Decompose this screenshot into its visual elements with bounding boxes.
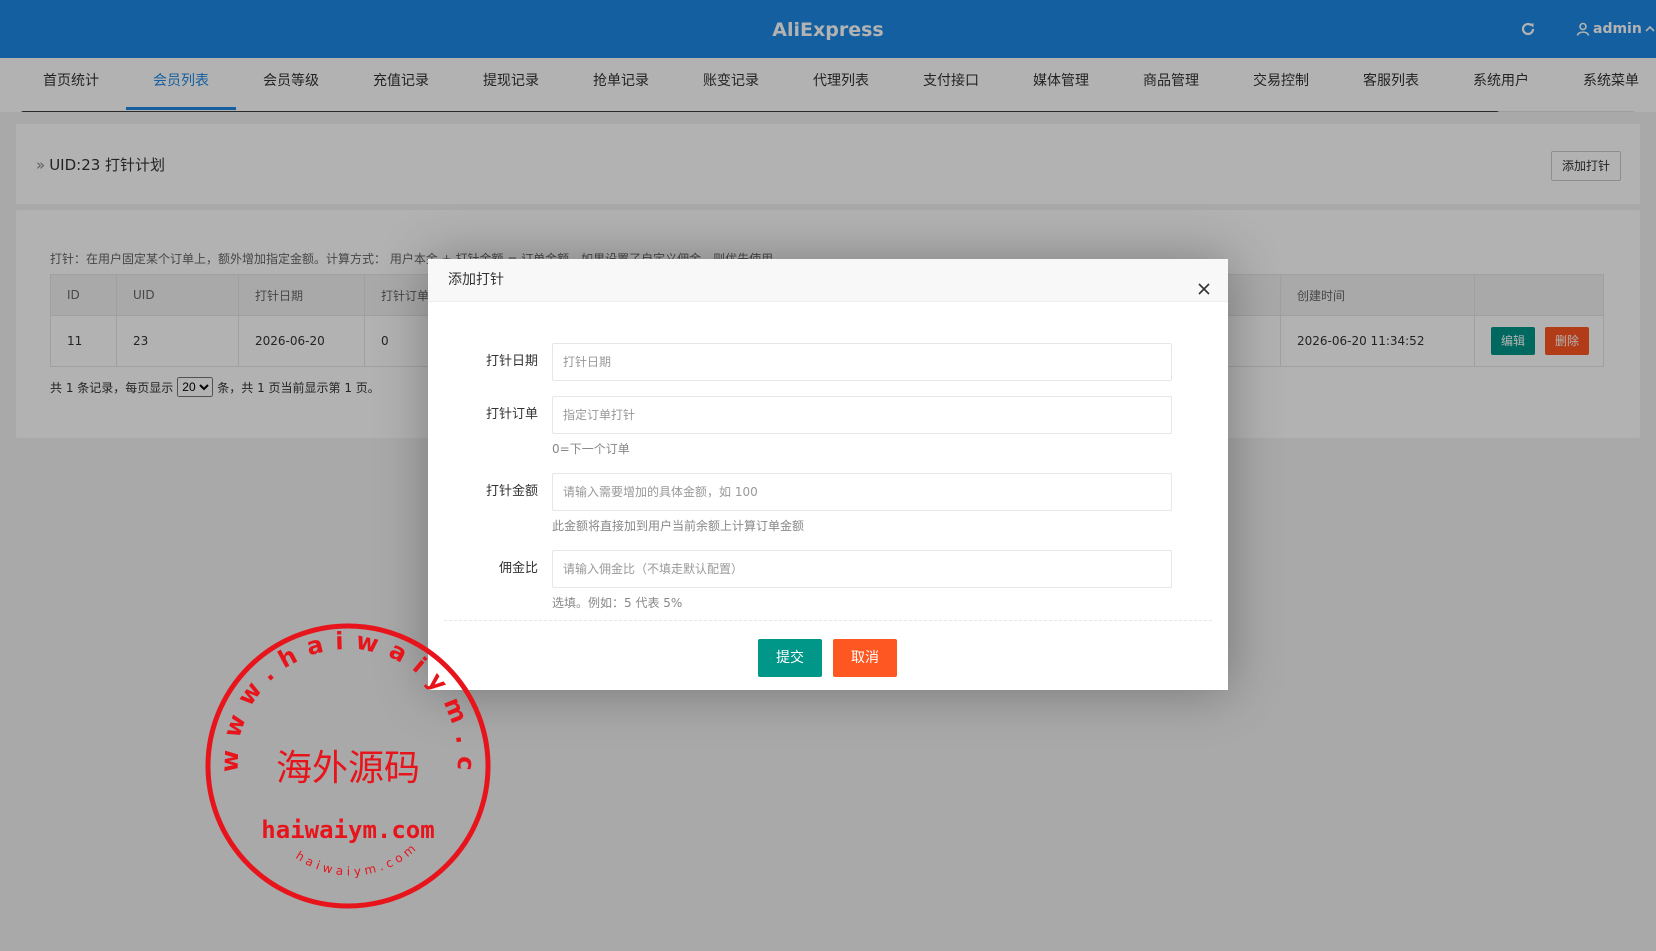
date-input[interactable] [552,343,1172,381]
submit-button[interactable]: 提交 [758,639,822,677]
order-label: 打针订单 [485,407,538,422]
amount-label: 打针金额 [485,484,538,499]
modal-title: 添加打针 [448,272,504,288]
stamp-center-text: 海外源码 [276,748,420,789]
modal-divider [444,620,1212,621]
order-tip: 0=下一个订单 [552,442,630,456]
date-label: 打针日期 [485,354,538,369]
amount-input[interactable] [552,473,1172,511]
modal-header: 添加打针 [428,259,1228,302]
add-injection-modal: 添加打针 打针日期 打针订单 0=下一个订单 打针金额 此金额将直接加到用户当前… [428,259,1228,690]
watermark-stamp: www.haiwaiym.com 海外源码 haiwaiym.com haiwa… [186,600,492,910]
stamp-line-text: haiwaiym.com [261,816,434,844]
amount-tip: 此金额将直接加到用户当前余额上计算订单金额 [552,519,805,533]
close-icon[interactable] [1196,272,1212,295]
commission-input[interactable] [552,550,1172,588]
order-input[interactable] [552,396,1172,434]
commission-label: 佣金比 [498,561,538,576]
cancel-button[interactable]: 取消 [833,639,897,677]
stamp-inner-text: haiwaiym.com [293,839,421,879]
commission-tip: 选填。例如：5 代表 5% [552,596,683,610]
